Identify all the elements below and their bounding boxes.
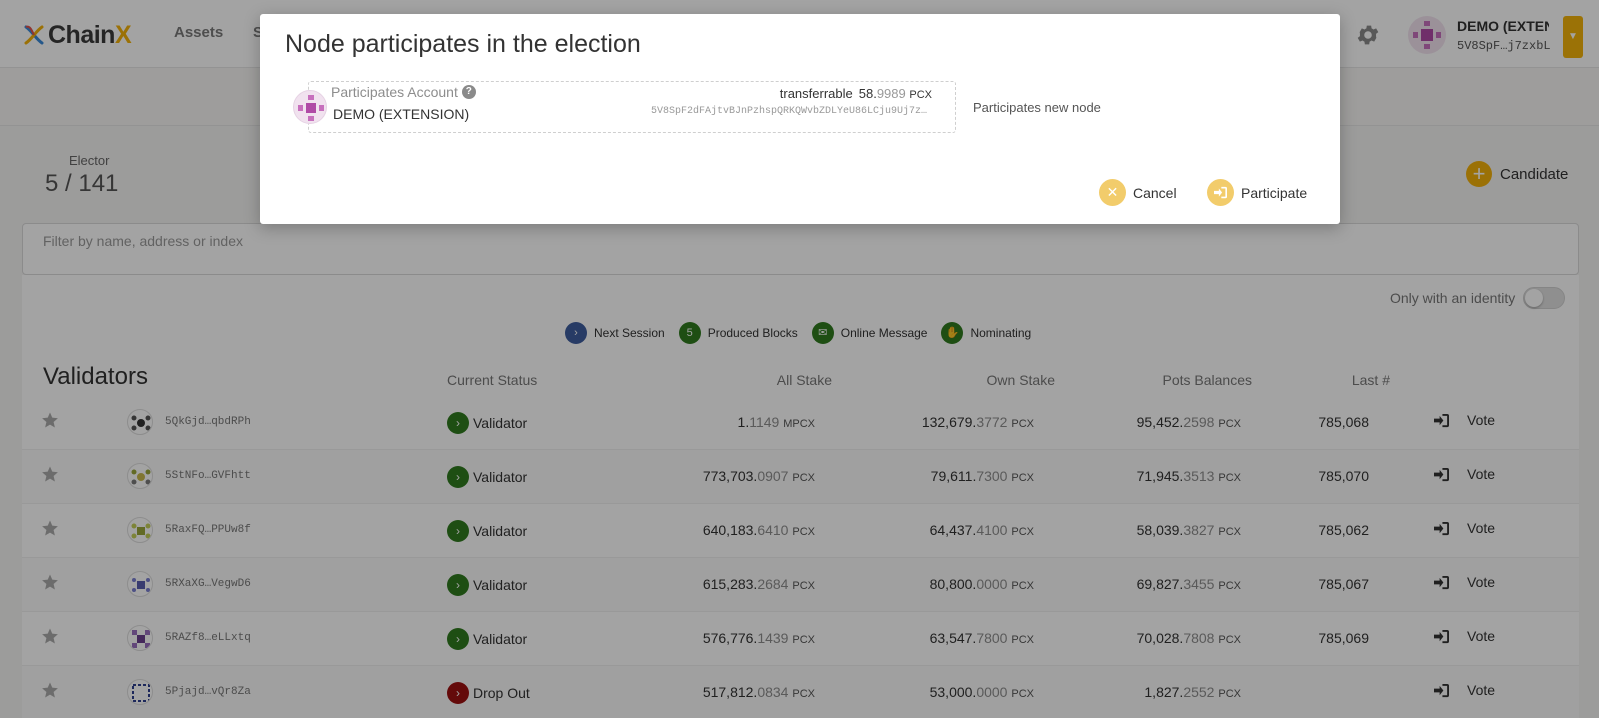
participate-label: Participate — [1241, 184, 1308, 201]
participate-button[interactable]: Participate — [1207, 179, 1307, 206]
participate-modal: Node participates in the election Partic… — [260, 14, 1340, 224]
sign-in-icon — [1207, 179, 1234, 206]
selected-account-name: DEMO (EXTENSION) — [333, 106, 470, 122]
close-icon: ✕ — [1099, 179, 1126, 206]
selected-account-address: 5V8SpF2dFAjtvBJnPzhspQRKQWvbZDLYeU86LCju… — [650, 106, 927, 117]
account-identicon — [293, 90, 327, 124]
modal-title: Node participates in the election — [285, 30, 641, 58]
question-icon[interactable]: ? — [461, 85, 476, 99]
cancel-label: Cancel — [1133, 184, 1177, 201]
participate-hint: Participates new node — [973, 100, 1101, 115]
cancel-button[interactable]: ✕ Cancel — [1099, 179, 1177, 206]
transferrable-balance: transferrable 58.9989 PCX — [779, 86, 932, 101]
account-field-label: Participates Account ? — [331, 84, 476, 100]
